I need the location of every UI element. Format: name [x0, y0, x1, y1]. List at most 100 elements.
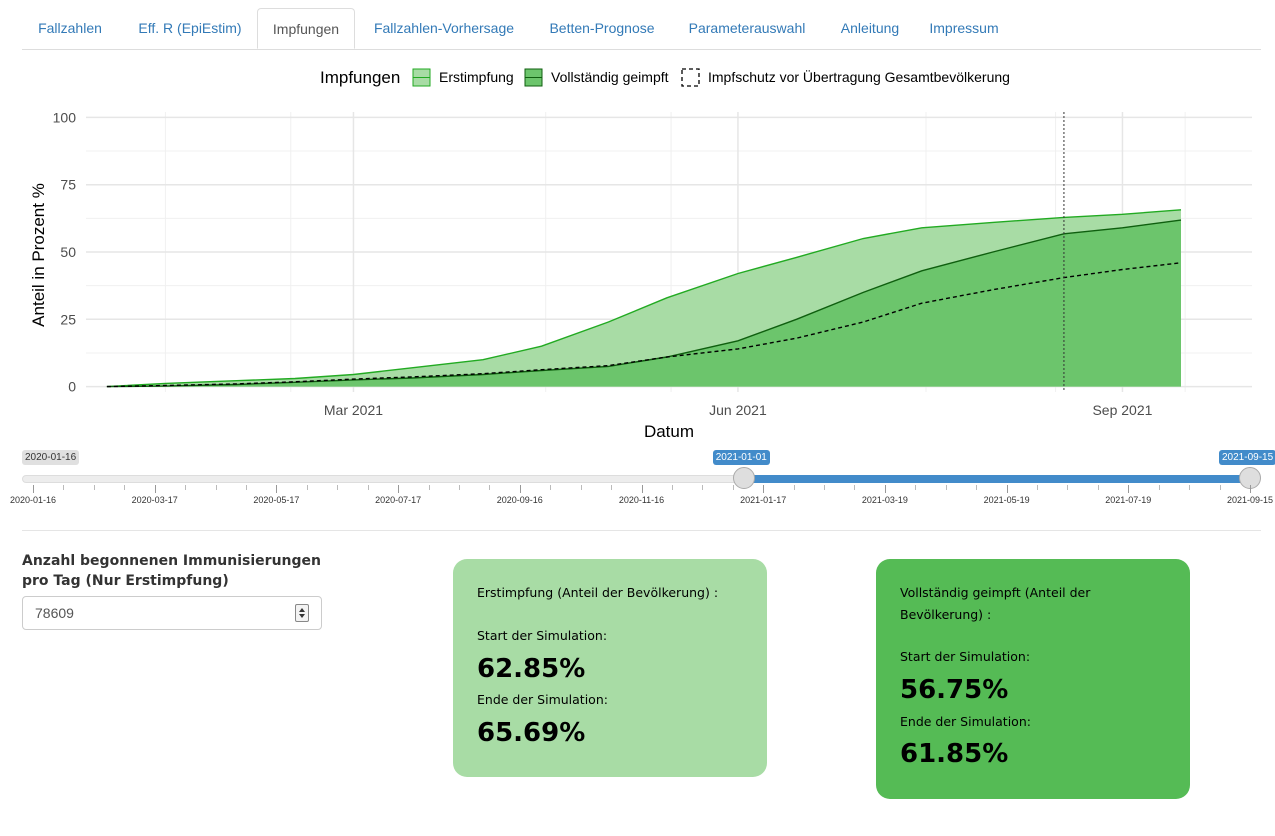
slider-tick: [1128, 485, 1130, 493]
slider-tick: [1006, 485, 1008, 493]
tab-bar: Fallzahlen Eff. R (EpiEstim) Impfungen F…: [22, 8, 1261, 50]
full-vaccination-start-label: Start der Simulation:: [900, 649, 1031, 664]
slider-minor-tick: [185, 485, 187, 490]
legend-item-vollstaendig: Vollständig geimpft: [524, 68, 669, 87]
spinner-up-icon[interactable]: [299, 608, 305, 612]
first-dose-end-value: 65.69%: [477, 718, 586, 748]
x-tick-label: Sep 2021: [1092, 402, 1152, 418]
slider-minor-tick: [63, 485, 65, 490]
slider-tick-label: 2020-07-17: [375, 495, 422, 505]
slider-tick: [276, 485, 278, 493]
first-dose-start-label: Start der Simulation:: [477, 628, 608, 643]
x-axis-title: Datum: [644, 422, 694, 441]
legend-item-impfschutz: Impfschutz vor Übertragung Gesamtbevölke…: [681, 68, 1010, 87]
slider-minor-tick: [1067, 485, 1069, 490]
legend-item-erstimpfung: Erstimpfung: [412, 68, 514, 87]
legend-label-vollstaendig: Vollständig geimpft: [551, 69, 669, 85]
tab-betten-prognose[interactable]: Betten-Prognose: [537, 8, 667, 48]
slider-minor-tick: [428, 485, 430, 490]
slider-minor-tick: [337, 485, 339, 490]
full-vaccination-end-label: Ende der Simulation:: [900, 714, 1031, 729]
vaccination-chart: Impfungen Erstimpfung Vollständig geimpf…: [29, 68, 1252, 441]
slider-selected-range[interactable]: [743, 475, 1250, 483]
slider-minor-tick: [215, 485, 217, 490]
daily-first-doses-label: Anzahl begonnenen Immunisierungen pro Ta…: [22, 553, 321, 589]
slider-tick-label: 2021-07-19: [1105, 495, 1152, 505]
tab-parameterauswahl[interactable]: Parameterauswahl: [677, 8, 817, 48]
tab-impfungen[interactable]: Impfungen: [257, 8, 355, 49]
slider-tick-label: 2020-11-16: [618, 495, 665, 505]
legend-label-erstimpfung: Erstimpfung: [439, 69, 514, 85]
full-vaccination-end-value: 61.85%: [900, 739, 1009, 769]
slider-tick-label: 2021-01-17: [740, 495, 787, 505]
slider-minor-tick: [793, 485, 795, 490]
slider-minor-tick: [580, 485, 582, 490]
slider-minor-tick: [1158, 485, 1160, 490]
divider: [22, 530, 1261, 531]
date-range-slider[interactable]: 2020-01-16 2021-01-01 2021-09-15 2020-01…: [0, 448, 1275, 508]
slider-minor-tick: [732, 485, 734, 490]
number-spinner[interactable]: [295, 604, 309, 622]
full-vaccination-card: Vollständig geimpft (Anteil der Bevölker…: [876, 559, 1190, 799]
y-tick-label: 75: [60, 177, 76, 193]
daily-first-doses-field[interactable]: [22, 596, 322, 630]
slider-tick: [33, 485, 34, 493]
x-tick-label: Mar 2021: [324, 402, 383, 418]
slider-minor-tick: [976, 485, 978, 490]
slider-minor-tick: [245, 485, 247, 490]
y-tick-label: 0: [68, 379, 76, 395]
slider-tick: [398, 485, 400, 493]
slider-minor-tick: [854, 485, 856, 490]
slider-minor-tick: [489, 485, 491, 490]
tab-anleitung[interactable]: Anleitung: [827, 8, 913, 48]
slider-minor-tick: [671, 485, 673, 490]
slider-minor-tick: [915, 485, 917, 490]
slider-minor-tick: [1037, 485, 1039, 490]
y-tick-label: 100: [53, 109, 77, 125]
full-vaccination-start-value: 56.75%: [900, 675, 1009, 705]
slider-tick-label: 2020-09-16: [496, 495, 543, 505]
slider-minor-tick: [824, 485, 826, 490]
y-axis-title: Anteil in Prozent %: [29, 183, 48, 327]
slider-tick-label: 2021-09-15: [1226, 495, 1274, 505]
slider-minor-tick: [367, 485, 369, 490]
slider-minor-tick: [611, 485, 613, 490]
slider-from-handle[interactable]: [732, 467, 755, 489]
tab-fallzahlen[interactable]: Fallzahlen: [22, 8, 118, 48]
chart-legend: Impfungen Erstimpfung Vollständig geimpf…: [320, 68, 1010, 87]
tab-impressum[interactable]: Impressum: [922, 8, 1006, 48]
slider-tick: [641, 485, 643, 493]
slider-minor-tick: [124, 485, 126, 490]
first-dose-start-value: 62.85%: [477, 654, 586, 684]
slider-minor-tick: [93, 485, 95, 490]
slider-minor-tick: [306, 485, 308, 490]
legend-swatch-impfschutz: [681, 68, 700, 87]
first-dose-end-label: Ende der Simulation:: [477, 692, 608, 707]
tab-eff-r[interactable]: Eff. R (EpiEstim): [122, 8, 258, 48]
tab-fallzahlen-vorhersage[interactable]: Fallzahlen-Vorhersage: [361, 8, 527, 48]
legend-title: Impfungen: [320, 68, 400, 87]
slider-min-label: 2020-01-16: [22, 450, 80, 465]
slider-tick-label: 2020-03-17: [131, 495, 178, 505]
y-tick-label: 25: [60, 311, 76, 327]
slider-minor-tick: [458, 485, 460, 490]
slider-minor-tick: [702, 485, 704, 490]
daily-first-doses-input[interactable]: [23, 597, 307, 629]
slider-minor-tick: [945, 485, 947, 490]
slider-to-label: 2021-09-15: [1219, 450, 1275, 465]
slider-tick: [763, 485, 765, 493]
y-tick-label: 50: [60, 244, 76, 260]
spinner-down-icon[interactable]: [299, 614, 305, 618]
slider-tick: [884, 485, 886, 493]
slider-tick-label: 2021-05-19: [983, 495, 1030, 505]
slider-tick-label: 2020-05-17: [253, 495, 300, 505]
legend-label-impfschutz: Impfschutz vor Übertragung Gesamtbevölke…: [708, 68, 1010, 85]
plot-area: 0 25 50 75 100 Mar 2021 Jun 2021 Sep 2021: [53, 109, 1252, 418]
first-dose-card-header: Erstimpfung (Anteil der Bevölkerung) :: [477, 585, 719, 600]
first-dose-card: Erstimpfung (Anteil der Bevölkerung) : S…: [453, 559, 767, 777]
x-tick-label: Jun 2021: [709, 402, 767, 418]
slider-tick: [1250, 485, 1251, 493]
slider-from-label: 2021-01-01: [712, 450, 770, 465]
slider-minor-tick: [550, 485, 552, 490]
slider-tick: [519, 485, 521, 493]
